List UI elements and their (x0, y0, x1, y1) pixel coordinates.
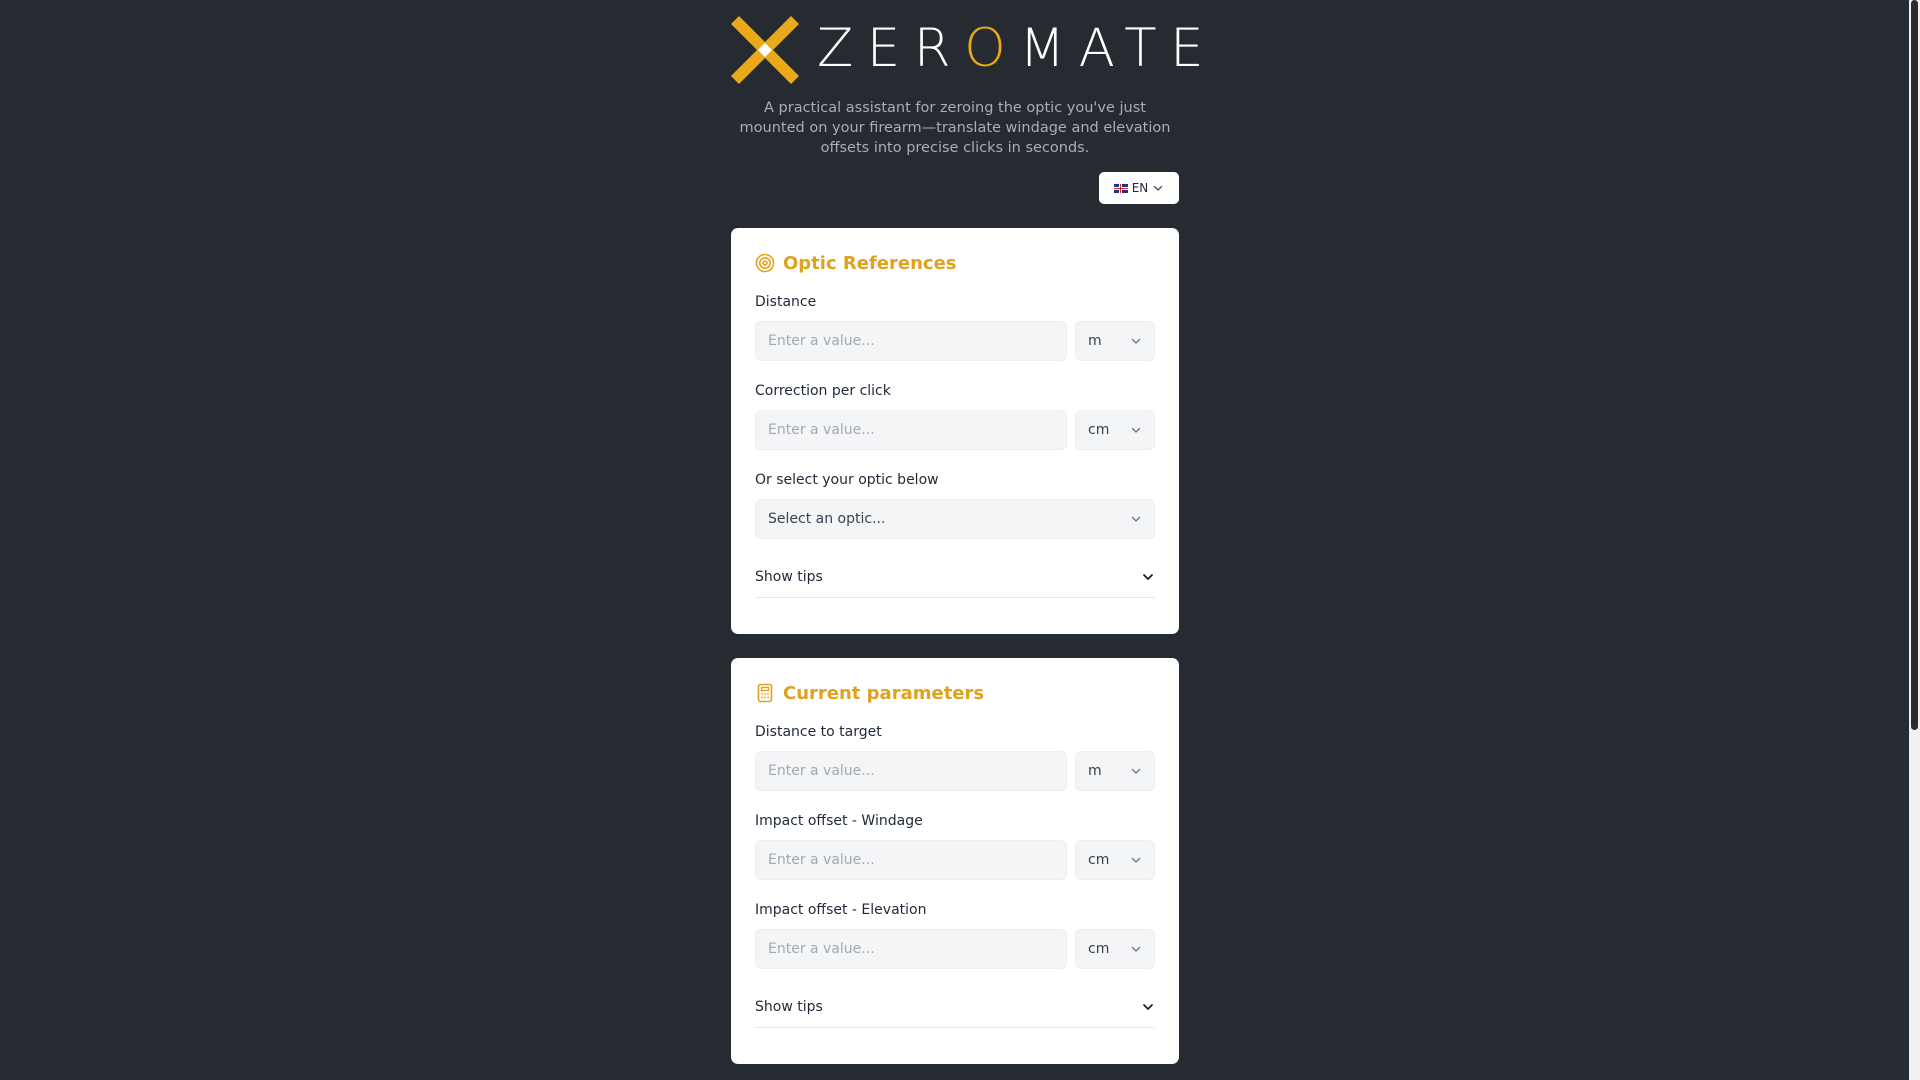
distance-label: Distance (755, 294, 817, 310)
correction-label: Correction per click (755, 383, 891, 399)
windage-unit-select[interactable]: cm (1075, 840, 1155, 880)
show-tips-label: Show tips (755, 569, 823, 585)
chevron-down-icon (1131, 516, 1141, 522)
elevation-unit-select[interactable]: cm (1075, 929, 1155, 969)
params-show-tips-toggle[interactable]: Show tips (755, 987, 1155, 1028)
windage-unit-value: cm (1088, 852, 1110, 868)
scrollbar-thumb[interactable] (1911, 0, 1918, 730)
brand-wordmark: ZEROMATE (817, 16, 1217, 82)
distance-target-label: Distance to target (755, 724, 882, 740)
language-selector[interactable]: EN (1099, 172, 1179, 204)
chevron-down-icon (1131, 427, 1141, 433)
uk-flag-icon (1113, 183, 1128, 193)
chevron-down-icon (1131, 857, 1141, 863)
current-parameters-title: Current parameters (783, 682, 985, 704)
chevron-down-icon (1143, 1004, 1153, 1010)
optic-select-row: Select an optic... (755, 499, 1155, 539)
elevation-label: Impact offset - Elevation (755, 902, 927, 918)
optic-show-tips-toggle[interactable]: Show tips (755, 557, 1155, 598)
distance-unit-value: m (1088, 333, 1102, 349)
chevron-down-icon (1154, 185, 1163, 191)
correction-unit-value: cm (1088, 422, 1110, 438)
show-tips-label: Show tips (755, 999, 823, 1015)
optic-references-card: Optic References Distance m Correction p… (731, 228, 1179, 634)
current-parameters-header: Current parameters (755, 680, 1155, 706)
page: ZEROMATE A practical assistant for zeroi… (0, 0, 1920, 1080)
elevation-input[interactable] (755, 929, 1067, 969)
correction-input[interactable] (755, 410, 1067, 450)
distance-input[interactable] (755, 321, 1067, 361)
distance-unit-select[interactable]: m (1075, 321, 1155, 361)
chevron-down-icon (1131, 768, 1141, 774)
scrollbar-track[interactable] (1909, 0, 1920, 1080)
chevron-down-icon (1143, 574, 1153, 580)
distance-target-input[interactable] (755, 751, 1067, 791)
distance-target-unit-select[interactable]: m (1075, 751, 1155, 791)
distance-target-unit-value: m (1088, 763, 1102, 779)
optic-references-title: Optic References (783, 252, 957, 274)
language-label: EN (1131, 181, 1149, 195)
current-parameters-card: Current parameters Distance to target m … (731, 658, 1179, 1064)
optic-references-header: Optic References (755, 250, 1155, 276)
distance-row: m (755, 321, 1155, 361)
target-icon (755, 253, 775, 273)
optic-select-value: Select an optic... (768, 511, 886, 527)
chevron-down-icon (1131, 338, 1141, 344)
calculator-icon (757, 683, 773, 703)
x-mark-logo (731, 16, 799, 84)
windage-label: Impact offset - Windage (755, 813, 923, 829)
brand-name-accent: O (964, 18, 1020, 79)
tagline: A practical assistant for zeroing the op… (739, 100, 1171, 156)
windage-input[interactable] (755, 840, 1067, 880)
elevation-unit-value: cm (1088, 941, 1110, 957)
brand-name-end: MATE (1019, 18, 1218, 79)
main-column: ZEROMATE A practical assistant for zeroi… (731, 0, 1204, 1064)
chevron-down-icon (1131, 946, 1141, 952)
language-row: EN (731, 172, 1179, 206)
correction-row: cm (755, 410, 1155, 450)
optic-select-label: Or select your optic below (755, 472, 939, 488)
distance-target-row: m (755, 751, 1155, 791)
logo: ZEROMATE (731, 0, 1204, 96)
optic-select[interactable]: Select an optic... (755, 499, 1155, 539)
elevation-row: cm (755, 929, 1155, 969)
brand-name-start: ZER (817, 18, 965, 79)
correction-unit-select[interactable]: cm (1075, 410, 1155, 450)
windage-row: cm (755, 840, 1155, 880)
